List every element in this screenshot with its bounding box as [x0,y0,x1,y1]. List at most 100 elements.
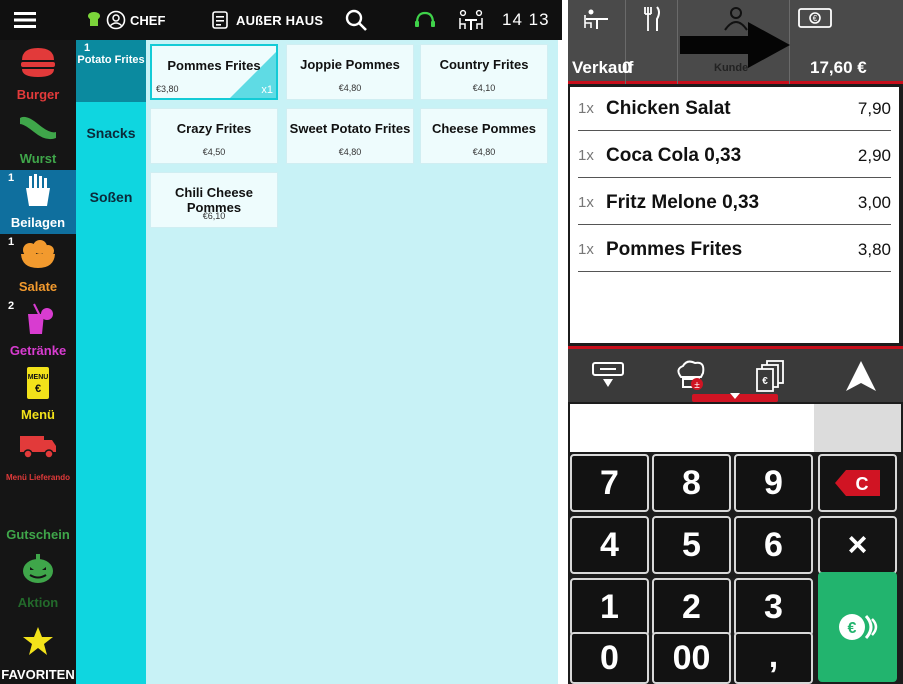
clear-label: C [855,474,868,494]
dine-in-cell[interactable]: Verkauf [568,0,633,84]
product-tile[interactable]: Country Frites €4,10 [420,44,548,100]
key-0[interactable]: 0 [570,632,649,684]
cocktail-icon [20,302,56,341]
subcategory-badge: 1 [84,42,91,54]
key-1[interactable]: 1 [570,578,649,636]
invoice-stack-icon: € [756,359,784,392]
key-7[interactable]: 7 [570,454,649,512]
subcategory-label: Soßen [89,189,133,205]
panel-toggle-handle[interactable] [692,393,778,402]
category-favoriten[interactable]: FAVORITEN [0,618,76,684]
product-tile[interactable]: Joppie Pommes €4,80 [286,44,414,100]
chef-hat-icon: ± [677,360,705,391]
subcategory-potato-frites[interactable]: 1 Potato Frites [76,40,146,102]
category-label: Gutschein [6,527,70,542]
headset-icon[interactable] [414,0,436,40]
key-00[interactable]: 00 [652,632,731,684]
subcategory-sidebar: 1 Potato Frites Snacks Soßen [76,40,146,684]
svg-text:€: € [847,620,856,637]
order-line-name: Pommes Frites [606,238,743,260]
product-tile[interactable]: Pommes Frites €3,80 x1 [150,44,278,100]
dine-mode-label: AUßER HAUS [236,12,324,28]
category-burger[interactable]: Burger [0,42,76,106]
category-label: Wurst [19,151,57,166]
pay-button[interactable]: € [818,572,897,682]
key-4[interactable]: 4 [570,516,649,574]
category-label: Aktion [17,595,59,610]
product-name: Cheese Pommes [431,121,537,136]
category-label: Salate [18,279,58,294]
product-price: €3,80 [156,84,179,94]
product-tile[interactable]: Crazy Frites €4,50 [150,108,278,164]
key-6[interactable]: 6 [734,516,813,574]
table-icon[interactable] [458,0,484,40]
product-name: Sweet Potato Frites [289,121,411,136]
menu-card-icon: MENU € [25,366,51,405]
key-3[interactable]: 3 [734,578,813,636]
chef-hat-icon [88,12,100,26]
category-label: Menü [21,407,55,422]
cutlery-cell[interactable]: 0 [622,0,678,84]
category-badge: 1 [8,236,15,248]
clear-button[interactable]: C [818,454,897,512]
cash-drawer-button[interactable] [578,349,638,402]
product-price: €4,80 [472,147,496,157]
product-name: Pommes Frites [167,58,261,73]
order-line-qty: 1x [578,100,594,117]
category-badge: 1 [8,172,15,184]
dine-mode-button[interactable]: AUßER HAUS [212,0,323,40]
table-icon [584,9,608,29]
product-price: €4,80 [338,147,362,157]
category-menu-lieferando[interactable]: Menü Lieferando [0,426,76,490]
category-gutschein[interactable]: Gutschein [0,490,76,554]
category-getraenke[interactable]: 2 Getränke [0,298,76,362]
subcategory-sossen[interactable]: Soßen [76,166,146,228]
product-tile[interactable]: Chili Cheese Pommes €6,10 [150,172,278,228]
product-tile[interactable]: Sweet Potato Frites €4,80 [286,108,414,164]
order-line-qty: 1x [578,241,594,258]
multiply-button[interactable]: × [818,516,897,574]
star-icon [22,626,54,661]
order-line-qty: 1x [578,194,594,211]
keypad-display [570,404,814,452]
order-line-price: 2,90 [857,145,891,165]
key-comma[interactable]: , [734,632,813,684]
category-label: Menü Lieferando [5,473,70,482]
order-line-name: Fritz Melone 0,33 [606,191,760,213]
menu-icon[interactable] [14,0,38,40]
subcategory-snacks[interactable]: Snacks [76,102,146,164]
total-cell[interactable]: € 17,60 € [790,0,903,84]
key-9[interactable]: 9 [734,454,813,512]
category-salate[interactable]: 1 Salate [0,234,76,298]
sausage-icon [16,110,60,149]
category-menu[interactable]: MENU € Menü [0,362,76,426]
clock-time: 14 13 [502,10,550,29]
product-qty: x1 [261,84,273,96]
fries-icon [23,174,53,213]
category-badge: 2 [8,300,15,312]
product-name: Crazy Frites [176,121,252,136]
category-label: Getränke [9,343,67,358]
key-8[interactable]: 8 [652,454,731,512]
category-aktion[interactable]: Aktion [0,550,76,614]
navigate-button[interactable] [826,349,896,402]
key-2[interactable]: 2 [652,578,731,636]
order-list: 1x Chicken Salat 7,90 1x Coca Cola 0,33 … [570,87,899,343]
category-beilagen[interactable]: 1 Beilagen [0,170,76,234]
order-line-name: Coca Cola 0,33 [606,144,742,166]
order-line-qty: 1x [578,147,594,164]
product-tile[interactable]: Cheese Pommes €4,80 [420,108,548,164]
user-section[interactable]: CHEF [86,0,165,40]
order-line[interactable]: 1x Coca Cola 0,33 2,90 [578,134,891,178]
order-line[interactable]: 1x Chicken Salat 7,90 [578,87,891,131]
product-price: €4,80 [338,83,362,93]
chevron-down-icon [730,393,740,399]
order-line[interactable]: 1x Pommes Frites 3,80 [578,228,891,272]
search-icon[interactable] [344,0,368,40]
key-5[interactable]: 5 [652,516,731,574]
order-total: 17,60 € [810,58,867,77]
category-wurst[interactable]: Wurst [0,106,76,170]
order-line[interactable]: 1x Fritz Melone 0,33 3,00 [578,181,891,225]
arrow-right-icon [680,22,790,68]
category-sidebar: Burger Wurst 1 Beilagen 1 Salate 2 Geträ… [0,40,76,684]
